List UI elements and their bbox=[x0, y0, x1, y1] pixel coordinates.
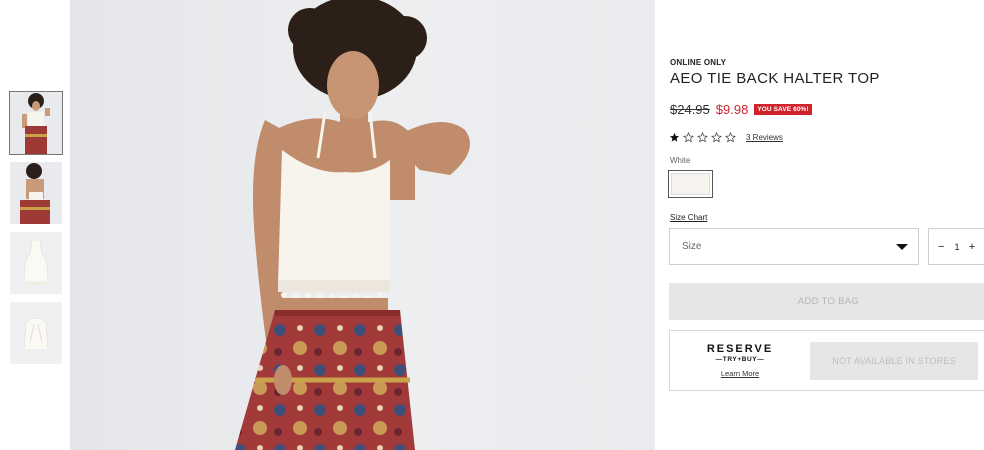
thumbnail-model-front[interactable] bbox=[9, 91, 63, 155]
sale-price: $9.98 bbox=[715, 101, 749, 117]
product-title: AEO TIE BACK HALTER TOP bbox=[670, 70, 880, 87]
rating-row: 3 Reviews bbox=[669, 132, 783, 143]
thumbnail-model-back[interactable] bbox=[10, 162, 62, 224]
learn-more-link[interactable]: Learn More bbox=[721, 369, 759, 378]
reserve-try-buy-box: RESERVE —TRY+BUY— Learn More NOT AVAILAB… bbox=[669, 330, 984, 391]
star-empty-icon bbox=[683, 132, 694, 143]
quantity-decrease-button[interactable]: − bbox=[938, 241, 948, 253]
size-dropdown[interactable]: Size bbox=[669, 228, 919, 265]
quantity-increase-button[interactable]: + bbox=[966, 241, 978, 253]
reserve-wordmark: RESERVE bbox=[706, 343, 774, 355]
caret-down-icon bbox=[896, 243, 908, 250]
reviews-link[interactable]: 3 Reviews bbox=[746, 133, 783, 142]
size-chart-link[interactable]: Size Chart bbox=[670, 213, 707, 222]
original-price: $24.95 bbox=[670, 101, 710, 117]
thumbnail-gallery bbox=[0, 0, 70, 450]
online-only-label: ONLINE ONLY bbox=[670, 58, 727, 67]
product-details-panel: ONLINE ONLY AEO TIE BACK HALTER TOP $24.… bbox=[655, 0, 984, 450]
add-to-bag-button[interactable]: ADD TO BAG bbox=[669, 283, 984, 320]
try-buy-tagline: —TRY+BUY— bbox=[715, 356, 765, 363]
star-empty-icon bbox=[725, 132, 736, 143]
swatch-fill bbox=[671, 173, 710, 195]
star-empty-icon bbox=[711, 132, 722, 143]
savings-badge: YOU SAVE 60%! bbox=[754, 103, 812, 115]
size-dropdown-value: Size bbox=[682, 241, 702, 252]
thumbnail-product-back[interactable] bbox=[10, 302, 62, 364]
color-label: White bbox=[670, 156, 691, 165]
price-row: $24.95 $9.98 YOU SAVE 60%! bbox=[670, 100, 812, 118]
star-filled-icon bbox=[669, 132, 680, 142]
quantity-stepper: − 1 + bbox=[928, 228, 984, 265]
store-availability-button[interactable]: NOT AVAILABLE IN STORES bbox=[810, 342, 978, 380]
product-hero-image bbox=[70, 0, 655, 450]
color-swatch-white[interactable] bbox=[668, 170, 713, 198]
reserve-logo: RESERVE —TRY+BUY— Learn More bbox=[700, 343, 780, 381]
thumbnail-product-front[interactable] bbox=[10, 232, 62, 294]
star-empty-icon bbox=[697, 132, 708, 143]
quantity-value: 1 bbox=[954, 241, 960, 252]
